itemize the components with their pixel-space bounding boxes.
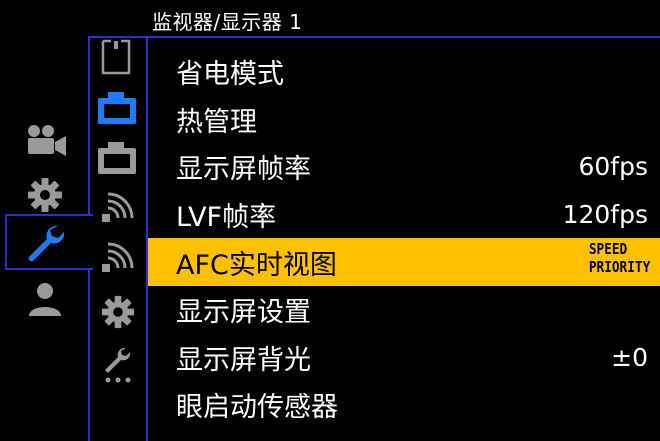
menu-item-power-save[interactable]: 省电模式 xyxy=(148,48,660,96)
page-title: 监视器/显示器 1 xyxy=(152,10,303,34)
menu-item-label: 显示屏背光 xyxy=(176,344,311,376)
wrench-small-icon[interactable] xyxy=(100,344,136,384)
menu-item-value: SPEED PRIORITY xyxy=(589,240,650,276)
person-icon[interactable] xyxy=(26,280,64,318)
tab-divider-bottom xyxy=(88,270,90,441)
wireless-2-icon[interactable] xyxy=(98,242,136,278)
header-divider xyxy=(88,36,660,38)
video-camera-icon[interactable] xyxy=(24,122,68,158)
menu-item-afc-live-view[interactable]: AFC实时视图 SPEED PRIORITY xyxy=(148,238,660,286)
gear-icon[interactable] xyxy=(26,176,64,214)
menu-item-label: 显示屏帧率 xyxy=(176,154,311,186)
menu-item-label: 热管理 xyxy=(176,106,257,138)
menu-item-monitor-frame-rate[interactable]: 显示屏帧率 60fps xyxy=(148,143,660,191)
camera-icon[interactable] xyxy=(96,140,138,176)
menu-item-label: 显示屏设置 xyxy=(176,297,311,329)
card-icon[interactable] xyxy=(100,38,132,76)
value-line-2: PRIORITY xyxy=(588,258,650,277)
menu-item-label: LVF帧率 xyxy=(176,202,277,234)
menu-item-lvf-frame-rate[interactable]: LVF帧率 120fps xyxy=(148,191,660,239)
menu-item-monitor-backlight[interactable]: 显示屏背光 ±0 xyxy=(148,334,660,382)
menu-item-value: 120fps xyxy=(562,200,648,230)
menu-item-label: AFC实时视图 xyxy=(176,249,337,281)
tab-divider-top xyxy=(88,36,90,214)
menu-item-label: 省电模式 xyxy=(176,59,284,91)
settings-menu: 省电模式 热管理 显示屏帧率 60fps LVF帧率 120fps AFC实时视… xyxy=(148,48,660,429)
wrench-icon[interactable] xyxy=(24,222,66,264)
camera-active-icon[interactable] xyxy=(96,90,138,126)
menu-item-thermal[interactable]: 热管理 xyxy=(148,96,660,144)
wireless-1-icon[interactable] xyxy=(98,192,136,228)
menu-item-label: 眼启动传感器 xyxy=(176,392,338,424)
menu-item-value: 60fps xyxy=(578,152,648,182)
value-line-1: SPEED xyxy=(588,240,627,259)
menu-item-eye-sensor[interactable]: 眼启动传感器 xyxy=(148,381,660,429)
menu-item-value: ±0 xyxy=(611,342,648,372)
gear-small-icon[interactable] xyxy=(100,294,136,330)
menu-item-monitor-settings[interactable]: 显示屏设置 xyxy=(148,286,660,334)
